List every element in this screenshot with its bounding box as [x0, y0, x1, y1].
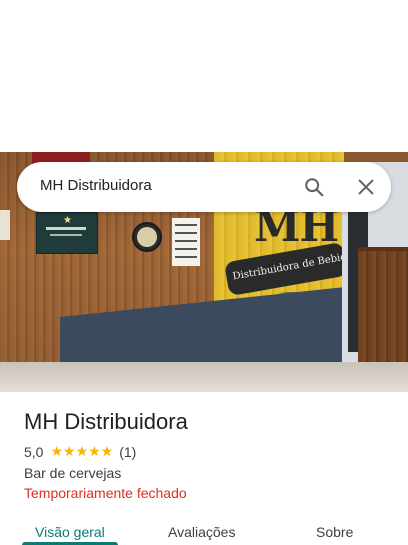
poster-text-line — [46, 227, 86, 230]
tab-about[interactable]: Sobre — [316, 524, 353, 540]
search-bar[interactable]: MH Distribuidora — [17, 162, 391, 212]
poster-text-line — [50, 234, 82, 236]
paper-text-line — [175, 256, 197, 258]
close-icon[interactable] — [355, 176, 377, 198]
paper-text-line — [175, 232, 197, 234]
paper-text-line — [175, 224, 197, 226]
sidewalk — [0, 362, 408, 392]
paper-text-line — [175, 240, 197, 242]
place-category[interactable]: Bar de cervejas — [24, 465, 121, 481]
rating-stars-icon: ★★★★★ — [50, 443, 114, 459]
review-count[interactable]: (1) — [119, 444, 136, 460]
search-input[interactable]: MH Distribuidora — [40, 177, 152, 194]
clock-face — [137, 227, 157, 247]
rating-value: 5,0 — [24, 443, 44, 460]
status-label: Temporariamente fechado — [24, 485, 187, 501]
map-area-blank — [0, 0, 408, 152]
tab-overview[interactable]: Visão geral — [35, 524, 105, 540]
search-icon[interactable] — [303, 176, 325, 198]
paper-note — [0, 210, 10, 240]
place-tabs: Visão geral Avaliações Sobre — [0, 518, 408, 545]
star-icon: ★ — [63, 215, 72, 226]
place-title: MH Distribuidora — [24, 409, 188, 434]
tab-reviews[interactable]: Avaliações — [168, 524, 235, 540]
rating-row[interactable]: 5,0 ★★★★★ (1) — [24, 443, 136, 460]
paper-text-line — [175, 248, 197, 250]
